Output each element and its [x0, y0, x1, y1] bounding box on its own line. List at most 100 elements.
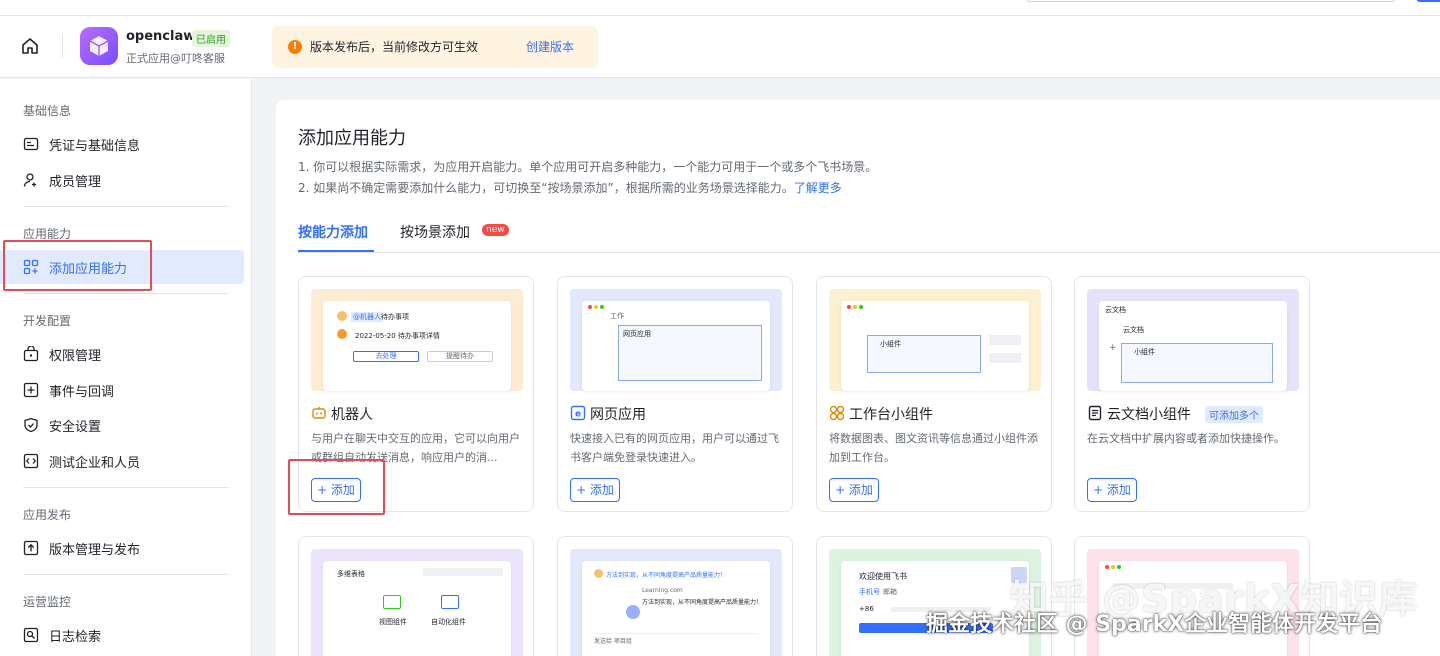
credential-icon	[23, 137, 39, 151]
card-desc: 在云文档中扩展内容或者添加快捷操作。	[1087, 432, 1285, 445]
sidebar-divider	[23, 206, 229, 207]
card-title: 机器人	[331, 407, 373, 423]
thumb-placeholder	[423, 568, 503, 576]
sidebar-item-label: 日志检索	[49, 629, 102, 645]
thumb-widget-frame: 小组件	[1121, 343, 1273, 383]
lock-box-icon	[23, 346, 39, 362]
header-divider	[62, 34, 63, 58]
capability-card: 方法到实现，从不同角度提高产品质量能力！ Learning.com 方法到实现，…	[557, 536, 793, 656]
sidebar-section-title: 应用发布	[23, 508, 72, 522]
sidebar-item-permissions[interactable]: 权限管理	[0, 337, 244, 371]
sidebar-item-label: 权限管理	[49, 348, 102, 364]
sidebar-item-events[interactable]: 事件与回调	[0, 373, 244, 407]
sidebar-divider	[23, 293, 229, 294]
app-header: openclaw 已启用 正式应用@叮咚客服 ! 版本发布后，当前修改方可生效 …	[0, 16, 1440, 78]
thumb-text: 方法到实现，从不同角度提高产品质量能力！	[642, 599, 763, 606]
user-add-icon	[23, 173, 36, 187]
sidebar-divider	[23, 487, 229, 488]
thumb-button: 去处理	[353, 351, 419, 362]
new-badge: new	[482, 224, 509, 236]
sidebar-section-title: 运营监控	[23, 595, 72, 609]
sidebar-item-test-users[interactable]: 测试企业和人员	[0, 444, 244, 478]
sidebar-section-title: 基础信息	[23, 104, 72, 118]
thumb-placeholder	[989, 335, 1021, 345]
top-strip	[0, 0, 1440, 16]
card-thumbnail: @机器人 待办事项 2022-05-20 待办事项详情 去处理 提醒待办	[311, 289, 523, 391]
thumb-label: 视图组件	[379, 618, 407, 626]
page-desc-1: 1. 你可以根据实际需求，为应用开启能力。单个应用可开启多种能力，一个能力可用于…	[298, 160, 878, 174]
learn-more-link[interactable]: 了解更多	[794, 181, 842, 195]
card-desc: 与用户在聊天中交互的应用，它可以向用户或群组自动发送消息，响应用户的消...	[311, 432, 520, 464]
window-dot	[859, 305, 863, 309]
thumb-code: +86	[859, 605, 874, 613]
plus-icon: +	[1109, 343, 1117, 353]
sidebar-item-label: 成员管理	[49, 174, 102, 190]
thumb-tab: 工作	[610, 312, 624, 320]
robot-icon	[312, 407, 326, 419]
code-box-icon	[23, 453, 39, 469]
avatar	[337, 311, 347, 321]
sidebar-item-label: 添加应用能力	[49, 261, 128, 277]
thumbnail-window: @机器人 待办事项 2022-05-20 待办事项详情 去处理 提醒待办	[323, 301, 511, 391]
thumbnail-window: 小组件	[841, 301, 1029, 391]
capability-card: 多维表格 视图组件 自动化组件	[298, 536, 534, 656]
tab-by-capability[interactable]: 按能力添加	[298, 222, 368, 242]
sidebar-item-label: 版本管理与发布	[49, 542, 141, 558]
cursor-dot	[626, 605, 640, 619]
add-web-app-button[interactable]: + 添加	[570, 478, 620, 502]
sidebar-item-credentials[interactable]: 凭证与基础信息	[0, 127, 244, 161]
card-thumbnail: 方法到实现，从不同角度提高产品质量能力！ Learning.com 方法到实现，…	[570, 549, 782, 656]
svg-text:e: e	[575, 410, 581, 420]
add-robot-button[interactable]: + 添加	[311, 478, 361, 502]
web-app-icon: e	[570, 405, 586, 421]
capability-card-workbench-widget: 小组件 工作台小组件 将数据图表、图文资讯等信息通过小组件添加到工作台。 + 添…	[816, 276, 1052, 512]
thumb-label: 自动化组件	[431, 618, 466, 626]
card-title: 网页应用	[590, 407, 646, 423]
sidebar-item-security[interactable]: 安全设置	[0, 408, 244, 442]
thumb-button: 提醒待办	[427, 351, 493, 362]
sidebar-item-add-capability[interactable]: 添加应用能力	[0, 250, 244, 284]
release-notice: ! 版本发布后，当前修改方可生效 创建版本	[272, 26, 598, 68]
top-search-input[interactable]	[1026, 0, 1396, 2]
capability-card-robot: @机器人 待办事项 2022-05-20 待办事项详情 去处理 提醒待办 机器人…	[298, 276, 534, 512]
thumb-header: 云文档	[1105, 306, 1126, 314]
sidebar-item-label: 凭证与基础信息	[49, 138, 141, 154]
thumb-sub: 云文档	[1123, 326, 1144, 334]
view-component-icon	[383, 595, 401, 609]
clock-icon	[337, 329, 347, 339]
add-doc-widget-button[interactable]: + 添加	[1087, 478, 1137, 502]
thumb-tag: @机器人	[351, 312, 383, 322]
sidebar-item-label: 事件与回调	[49, 384, 115, 400]
create-version-link[interactable]: 创建版本	[526, 38, 574, 55]
card-thumbnail: 工作 网页应用	[570, 289, 782, 391]
tab-divider	[298, 252, 1440, 253]
thumb-task: 待办事项	[381, 313, 409, 321]
sidebar-item-members[interactable]: 成员管理	[0, 163, 244, 197]
add-widget-button[interactable]: + 添加	[829, 478, 879, 502]
log-search-icon	[23, 627, 39, 643]
thumb-date: 2022-05-20 待办事项详情	[355, 332, 440, 340]
thumbnail-window: 云文档 云文档 + 小组件	[1099, 301, 1287, 391]
sidebar-item-log-search[interactable]: 日志检索	[0, 618, 244, 652]
card-thumbnail: 多维表格 视图组件 自动化组件	[311, 549, 523, 656]
thumb-widget-frame: 小组件	[867, 335, 981, 373]
cube-icon	[89, 36, 109, 56]
thumb-title: 欢迎使用飞书	[859, 572, 907, 581]
window-dot	[594, 305, 598, 309]
event-icon	[23, 382, 39, 398]
tab-by-scenario[interactable]: 按场景添加	[400, 222, 470, 242]
watermark: 掘金技术社区 @ SparkX企业智能体开发平台	[926, 612, 1383, 637]
thumb-label: 小组件	[1134, 348, 1155, 356]
sidebar-item-release[interactable]: 版本管理与发布	[0, 531, 244, 565]
automation-icon	[441, 595, 459, 609]
card-thumbnail: 小组件	[829, 289, 1041, 391]
sidebar-divider	[23, 574, 229, 575]
app-name: openclaw	[126, 29, 196, 44]
sidebar-item-label: 测试企业和人员	[49, 455, 141, 471]
thumb-text: 方法到实现，从不同角度提高产品质量能力！	[606, 572, 727, 579]
home-icon[interactable]	[20, 36, 40, 56]
shield-icon	[24, 417, 38, 433]
top-primary-button[interactable]	[1416, 0, 1440, 2]
avatar	[594, 569, 603, 578]
thumbnail-window: 工作 网页应用	[582, 301, 770, 391]
